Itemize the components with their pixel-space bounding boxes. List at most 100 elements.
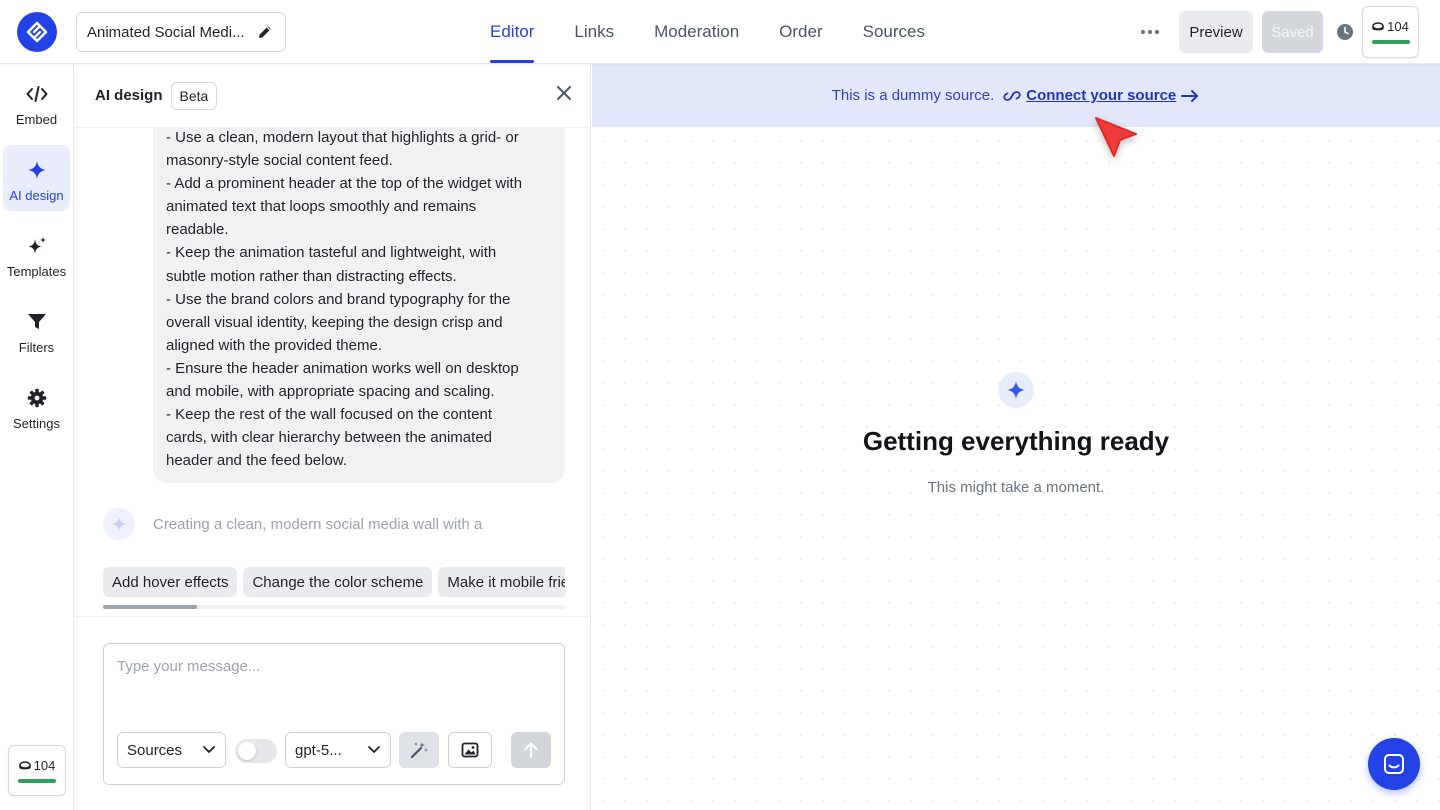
sparkles-icon <box>26 236 48 256</box>
tab-order[interactable]: Order <box>759 0 842 64</box>
rail-item-label: Filters <box>18 340 55 355</box>
tab-links[interactable]: Links <box>554 0 634 64</box>
preview-button[interactable]: Preview <box>1179 11 1253 53</box>
assistant-thinking: Creating a clean, modern social media wa… <box>103 508 482 540</box>
app-logo[interactable] <box>17 12 57 52</box>
message-line: header and the feed below. <box>166 452 347 470</box>
sources-select-value: Sources <box>127 741 183 759</box>
credits-counter-sidebar[interactable]: 104 <box>8 745 66 796</box>
rail-item-ai-design[interactable]: AI design <box>3 145 70 211</box>
sparkle-icon <box>27 160 47 180</box>
message-line: aligned with the provided theme. <box>166 336 382 354</box>
send-button[interactable] <box>511 732 551 768</box>
preview-canvas: This is a dummy source. Connect your sou… <box>592 64 1440 810</box>
magic-wand-icon <box>410 742 428 759</box>
arrow-up-icon <box>524 742 538 758</box>
credits-icon <box>1372 21 1384 30</box>
attach-image-button[interactable] <box>448 732 492 768</box>
message-composer: Sources gpt-5... <box>103 643 565 785</box>
message-line: - Keep the animation tasteful and lightw… <box>166 244 497 262</box>
message-line: overall visual identity, keeping the des… <box>166 313 503 331</box>
widget-title: Animated Social Medi... <box>87 23 245 41</box>
message-line: and mobile, with appropriate spacing and… <box>166 383 495 401</box>
suggestion-chip[interactable]: Change the color scheme <box>243 567 433 597</box>
loading-sparkle-icon <box>998 372 1034 408</box>
message-line: - Ensure the header animation works well… <box>166 359 519 377</box>
message-line: subtle motion rather than distracting ef… <box>166 267 457 285</box>
divider <box>75 616 590 617</box>
enhance-prompt-button[interactable] <box>399 732 439 768</box>
logo-icon <box>26 21 48 43</box>
chevron-down-icon <box>368 746 380 754</box>
more-options-icon[interactable] <box>1136 20 1164 44</box>
message-line: cards, with clear hierarchy between the … <box>166 429 493 447</box>
arrow-right-icon <box>1181 89 1199 102</box>
chevron-down-icon <box>203 746 215 754</box>
rail-item-settings[interactable]: Settings <box>3 373 70 439</box>
rail-item-label: Settings <box>13 416 60 431</box>
pencil-icon[interactable] <box>255 22 275 42</box>
loading-state: Getting everything ready This might take… <box>592 372 1440 496</box>
close-icon[interactable] <box>555 84 573 102</box>
credits-value: 104 <box>33 758 56 773</box>
history-clock-icon[interactable] <box>1336 23 1354 41</box>
banner-text: This is a dummy source. <box>831 87 995 104</box>
message-line: animated text that loops smoothly and re… <box>166 198 477 216</box>
credits-bar <box>18 779 56 783</box>
panel-title: AI design <box>95 87 163 104</box>
rail-item-label: Templates <box>6 264 67 279</box>
chat-icon <box>1384 754 1404 774</box>
rail-item-embed[interactable]: Embed <box>3 69 70 135</box>
image-icon <box>461 742 479 758</box>
rail-item-filters[interactable]: Filters <box>3 297 70 363</box>
loading-title: Getting everything ready <box>862 426 1170 456</box>
support-chat-button[interactable] <box>1368 738 1420 790</box>
message-line: masonry-style social content feed. <box>166 152 393 170</box>
message-line: - Add a prominent header at the top of t… <box>166 175 523 193</box>
beta-badge: Beta <box>170 81 218 110</box>
panel-header: AI design Beta <box>75 64 590 128</box>
message-line: - Use a clean, modern layout that highli… <box>166 129 519 146</box>
rail-item-label: Embed <box>15 112 58 127</box>
rail-item-label: AI design <box>9 188 64 203</box>
assistant-status-text: Creating a clean, modern social media wa… <box>153 515 483 533</box>
connect-source-label: Connect your source <box>1026 87 1177 104</box>
tab-moderation[interactable]: Moderation <box>634 0 759 64</box>
user-message-bubble: - Use a clean, modern layout that highli… <box>153 118 565 483</box>
message-input[interactable] <box>117 658 547 718</box>
credits-counter[interactable]: 104 <box>1362 6 1419 58</box>
scrollbar-thumb[interactable] <box>103 605 197 609</box>
link-icon <box>1003 90 1021 101</box>
credits-icon <box>18 760 31 769</box>
message-line: - Use the brand colors and brand typogra… <box>166 290 511 308</box>
credits-bar <box>1371 40 1410 44</box>
pointer-cursor-icon <box>1095 117 1137 157</box>
loading-subtitle: This might take a moment. <box>927 479 1105 496</box>
suggestion-chip[interactable]: Add hover effects <box>103 567 238 597</box>
left-rail: Embed AI design Templates Filters Settin… <box>0 64 74 810</box>
suggestion-chips: Add hover effects Change the color scheme… <box>103 567 565 599</box>
code-icon <box>26 84 48 104</box>
gear-icon <box>27 388 47 408</box>
model-select[interactable]: gpt-5... <box>285 732 391 768</box>
top-bar: Animated Social Medi... Editor Links Mod… <box>0 0 1440 64</box>
widget-title-field[interactable]: Animated Social Medi... <box>76 12 286 52</box>
suggestions-scrollbar[interactable] <box>103 605 565 609</box>
assistant-sparkle-icon <box>103 508 135 540</box>
saved-button[interactable]: Saved <box>1262 11 1323 53</box>
dummy-source-banner: This is a dummy source. Connect your sou… <box>592 64 1440 127</box>
message-line: - Keep the rest of the wall focused on t… <box>166 406 493 424</box>
sources-select[interactable]: Sources <box>117 732 226 768</box>
suggestion-chip[interactable]: Make it mobile friendly <box>438 567 565 597</box>
ai-design-panel: AI design Beta - Use a clean, modern lay… <box>75 64 591 810</box>
credits-value: 104 <box>1387 19 1409 34</box>
tab-sources[interactable]: Sources <box>843 0 945 64</box>
message-line: readable. <box>166 221 229 239</box>
rail-item-templates[interactable]: Templates <box>3 221 70 287</box>
filter-icon <box>27 312 47 332</box>
connect-source-link[interactable]: Connect your source <box>1002 87 1200 104</box>
model-select-value: gpt-5... <box>295 741 342 759</box>
tab-editor[interactable]: Editor <box>470 0 554 64</box>
main-tabs: Editor Links Moderation Order Sources <box>470 0 945 64</box>
option-toggle[interactable] <box>235 739 277 763</box>
